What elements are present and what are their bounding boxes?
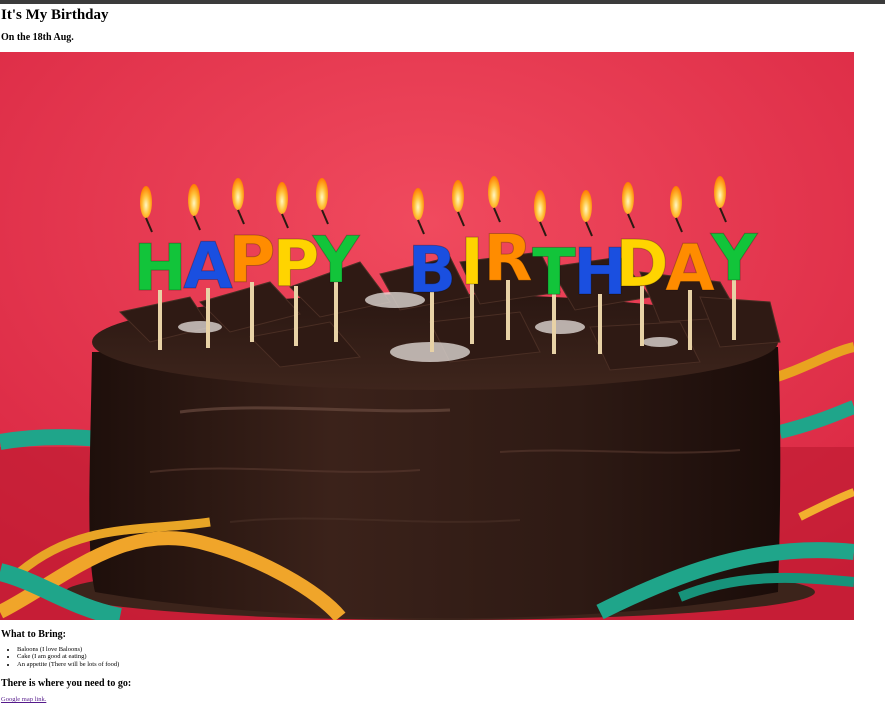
location-heading: There is where you need to go: [1,678,132,689]
candle-letter: Y [312,224,360,298]
candle-letter: I [460,226,484,300]
candle-letter: A [665,232,715,306]
candle-letter: A [183,230,233,304]
list-item: Cake (I am good at eating) [17,653,119,660]
birthday-cake-image: HAPPY B I R THDAY [0,52,854,620]
candle-letter: Y [710,222,758,296]
candle-letter: B [408,234,457,308]
list-item: Baloons (I love Baloons) [17,646,119,653]
what-to-bring-heading: What to Bring: [1,629,66,640]
google-map-link[interactable]: Google map link. [1,696,46,703]
browser-top-bar [0,0,885,4]
candle-letter: T [532,236,576,310]
candle-letter: H [133,232,187,306]
candle-letter: D [615,228,668,302]
what-to-bring-list: Baloons (I love Baloons) Cake (I am good… [0,646,119,668]
candle-letter: R [483,222,532,296]
list-item: An appetite (There will be lots of food) [17,661,119,668]
candle-letter: P [229,224,276,298]
page-title: It's My Birthday [1,7,109,23]
event-date: On the 18th Aug. [1,32,74,43]
